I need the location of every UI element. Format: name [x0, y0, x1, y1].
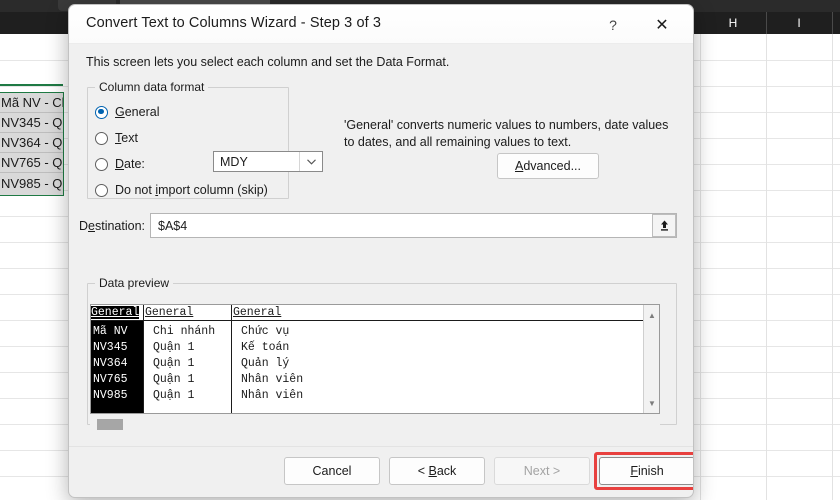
back-button[interactable]: < Back [389, 457, 485, 485]
scroll-up-icon[interactable]: ▲ [644, 307, 660, 323]
scroll-down-icon[interactable]: ▼ [644, 395, 660, 411]
preview-col-header-0[interactable]: General [91, 306, 139, 319]
convert-text-to-columns-dialog: Convert Text to Columns Wizard - Step 3 … [68, 4, 694, 498]
help-icon[interactable]: ? [596, 13, 630, 37]
excel-cell[interactable]: NV345 - Qu [0, 113, 63, 133]
preview-cell: Nhân viên [241, 389, 303, 402]
grid-column-line [832, 34, 833, 500]
format-description: 'General' converts numeric values to num… [344, 117, 679, 151]
preview-col-header-2[interactable]: General [233, 306, 281, 319]
radio-general[interactable]: General [95, 103, 159, 121]
excel-cell[interactable]: Mã NV - Ch [0, 93, 63, 113]
preview-cell: Mã NV [93, 325, 128, 338]
preview-cell: Chi nhánh [153, 325, 215, 338]
next-button: Next > [494, 457, 590, 485]
advanced-button-label: Advanced... [515, 159, 581, 173]
preview-cell: Quận 1 [153, 357, 194, 370]
preview-cell: Quận 1 [153, 389, 194, 402]
preview-cell: NV985 [93, 389, 128, 402]
grid-column-line [766, 34, 767, 500]
preview-cell: Quận 1 [153, 373, 194, 386]
radio-general-indicator[interactable] [95, 106, 108, 119]
preview-column-separator[interactable] [231, 305, 232, 413]
cancel-button[interactable]: Cancel [284, 457, 380, 485]
back-button-label: < Back [418, 464, 457, 478]
radio-date-label: Date: [115, 157, 145, 171]
preview-vertical-scrollbar[interactable]: ▲ ▼ [643, 305, 659, 413]
radio-skip-indicator[interactable] [95, 184, 108, 197]
preview-cell: Kế toán [241, 341, 289, 354]
excel-column-header-i[interactable]: I [766, 12, 833, 34]
dialog-subtitle: This screen lets you select each column … [86, 55, 449, 69]
data-preview-label: Data preview [95, 276, 173, 290]
preview-cell: NV765 [93, 373, 128, 386]
radio-skip[interactable]: Do not import column (skip) [95, 181, 268, 199]
excel-selected-range[interactable]: Mã NV - Ch NV345 - Qu NV364 - Qu NV765 -… [0, 92, 64, 196]
radio-date[interactable]: Date: [95, 155, 145, 173]
destination-input[interactable]: $A$4 [150, 213, 677, 238]
selection-top-border [0, 84, 63, 86]
data-preview-table[interactable]: General General General Mã NV NV345 NV36… [90, 304, 660, 414]
range-picker-glyph [658, 219, 671, 232]
preview-cell: NV364 [93, 357, 128, 370]
grid-column-line [700, 34, 701, 500]
close-icon[interactable]: ✕ [642, 11, 682, 39]
preview-cell: Chức vụ [241, 325, 289, 338]
dialog-title: Convert Text to Columns Wizard - Step 3 … [86, 15, 381, 31]
destination-label: Destination: [79, 219, 145, 233]
preview-cell: NV345 [93, 341, 128, 354]
radio-general-label: General [115, 105, 159, 119]
radio-text-indicator[interactable] [95, 132, 108, 145]
preview-column-separator[interactable] [143, 305, 144, 413]
preview-cell: Quận 1 [153, 341, 194, 354]
chevron-down-glyph [307, 159, 316, 165]
excel-cell[interactable]: NV985 - Qu [0, 173, 63, 193]
preview-horizontal-scrollbar[interactable] [90, 418, 660, 431]
finish-button-label: Finish [630, 464, 663, 478]
radio-date-indicator[interactable] [95, 158, 108, 171]
preview-cell: Nhân viên [241, 373, 303, 386]
radio-skip-label: Do not import column (skip) [115, 183, 268, 197]
destination-value: $A$4 [151, 219, 187, 233]
data-preview-content: General General General Mã NV NV345 NV36… [91, 305, 645, 413]
date-format-select[interactable]: MDY [213, 151, 323, 172]
preview-col-header-1[interactable]: General [145, 306, 193, 319]
radio-text[interactable]: Text [95, 129, 138, 147]
footer-separator [69, 446, 693, 447]
radio-text-label: Text [115, 131, 138, 145]
preview-horizontal-scroll-thumb[interactable] [97, 419, 123, 430]
chevron-down-icon[interactable] [299, 152, 322, 171]
preview-cell: Quản lý [241, 357, 289, 370]
finish-button[interactable]: Finish [599, 457, 694, 485]
advanced-button[interactable]: Advanced... [497, 153, 599, 179]
date-format-value: MDY [214, 155, 248, 169]
range-picker-icon[interactable] [652, 214, 676, 237]
excel-column-header-h[interactable]: H [700, 12, 767, 34]
excel-cell[interactable]: NV364 - Qu [0, 133, 63, 153]
excel-cell[interactable]: NV765 - Qu [0, 153, 63, 173]
column-data-format-label: Column data format [95, 80, 208, 94]
